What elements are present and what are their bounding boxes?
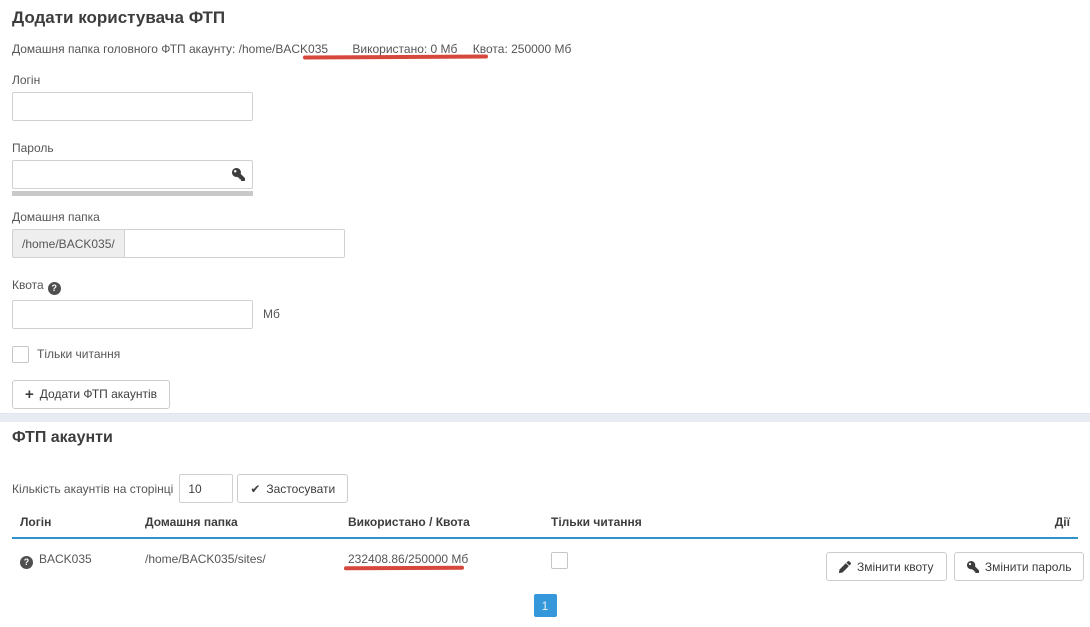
check-icon: ✔ <box>250 483 260 495</box>
column-header-used-quota: Використано / Квота <box>340 509 543 538</box>
readonly-checkbox-row: Тільки читання <box>12 346 1078 363</box>
readonly-label: Тільки читання <box>37 347 120 361</box>
key-icon <box>967 561 979 573</box>
password-input[interactable] <box>12 160 253 189</box>
home-folder-prefix: /home/BACK035/ <box>12 229 124 258</box>
cell-actions: Змінити квоту Змінити пароль <box>818 538 1078 591</box>
quota-text: Квота: 250000 Мб <box>473 42 572 56</box>
apply-button[interactable]: ✔ Застосувати <box>237 474 348 503</box>
per-page-row: Кількість акаунтів на сторінці ✔ Застосу… <box>12 474 1078 503</box>
change-password-button[interactable]: Змінити пароль <box>954 552 1085 581</box>
password-label: Пароль <box>12 141 1078 155</box>
change-quota-button[interactable]: Змінити квоту <box>826 552 947 581</box>
column-header-home: Домашня папка <box>137 509 340 538</box>
per-page-label: Кількість акаунтів на сторінці <box>12 482 173 496</box>
login-form-group: Логін <box>12 73 1078 121</box>
generate-password-key-icon[interactable] <box>232 168 245 181</box>
quota-unit-label: Мб <box>263 307 280 321</box>
quota-form-group: Квота? Мб <box>12 278 1078 329</box>
column-header-readonly: Тільки читання <box>543 509 818 538</box>
table-row: ?BACK035 /home/BACK035/sites/ 232408.86/… <box>12 538 1078 591</box>
quota-help-icon[interactable]: ? <box>48 282 61 295</box>
pagination-page-1[interactable]: 1 <box>534 594 557 617</box>
cell-home-folder: /home/BACK035/sites/ <box>137 538 340 591</box>
account-info-icon[interactable]: ? <box>20 556 33 569</box>
login-label: Логін <box>12 73 1078 87</box>
add-ftp-accounts-button[interactable]: + Додати ФТП акаунтів <box>12 380 170 409</box>
home-folder-label: Домашня папка <box>12 210 1078 224</box>
cell-login: ?BACK035 <box>12 538 137 591</box>
cell-used-quota: 232408.86/250000 Мб <box>340 538 543 591</box>
red-underline-annotation <box>344 566 464 571</box>
per-page-input[interactable] <box>179 474 233 503</box>
column-header-login: Логін <box>12 509 137 538</box>
used-space-text: Використано: 0 Мб <box>352 42 457 56</box>
cell-readonly <box>543 538 818 591</box>
account-info-row: Домашня папка головного ФТП акаунту: /ho… <box>12 42 1078 57</box>
column-header-actions: Дії <box>818 509 1078 538</box>
readonly-checkbox[interactable] <box>12 346 29 363</box>
password-form-group: Пароль <box>12 141 1078 196</box>
page-title: Додати користувача ФТП <box>12 7 1078 28</box>
password-strength-bar <box>12 191 253 196</box>
home-folder-form-group: Домашня папка /home/BACK035/ <box>12 210 1078 258</box>
quota-label: Квота? <box>12 278 1078 295</box>
plus-icon: + <box>25 387 34 402</box>
table-header-row: Логін Домашня папка Використано / Квота … <box>12 509 1078 538</box>
ftp-accounts-panel: ФТП акаунти Кількість акаунтів на сторін… <box>0 422 1090 627</box>
accounts-section-title: ФТП акаунти <box>12 428 1078 448</box>
pagination: 1 <box>12 594 1078 617</box>
home-folder-input[interactable] <box>124 229 345 258</box>
panel-divider <box>0 413 1090 422</box>
quota-input[interactable] <box>12 300 253 329</box>
add-ftp-user-panel: Додати користувача ФТП Домашня папка гол… <box>0 0 1090 413</box>
row-readonly-checkbox[interactable] <box>551 552 568 569</box>
pencil-icon <box>839 561 851 573</box>
login-input[interactable] <box>12 92 253 121</box>
main-ftp-home-text: Домашня папка головного ФТП акаунту: /ho… <box>12 42 328 56</box>
ftp-accounts-table: Логін Домашня папка Використано / Квота … <box>12 509 1078 591</box>
